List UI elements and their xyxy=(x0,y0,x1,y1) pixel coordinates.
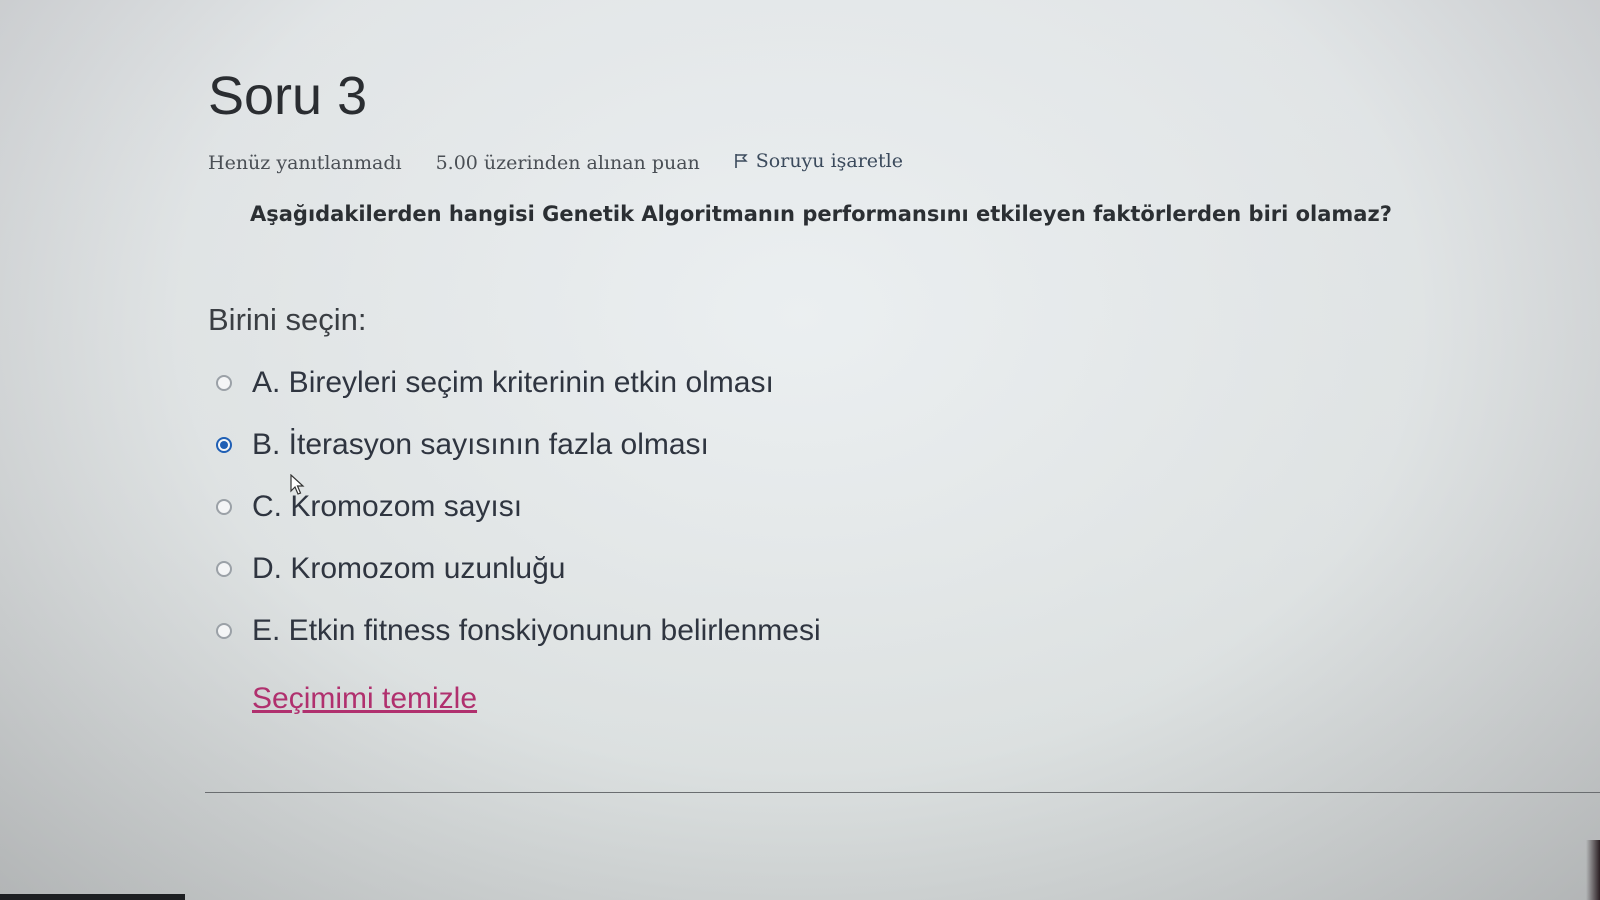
answer-label: D. Kromozom uzunluğu xyxy=(252,552,566,585)
answer-prompt: Birini seçin: xyxy=(208,302,367,337)
flag-question-link[interactable]: Soruyu işaretle xyxy=(734,150,903,172)
radio-button[interactable] xyxy=(216,623,232,639)
answer-label: B. İterasyon sayısının fazla olması xyxy=(252,428,709,461)
answer-option-c[interactable]: C. Kromozom sayısı xyxy=(208,476,1408,538)
question-title: Soru 3 xyxy=(208,66,368,126)
section-divider xyxy=(205,792,1600,793)
radio-button[interactable] xyxy=(216,375,232,391)
radio-button-selected[interactable] xyxy=(216,437,232,453)
answer-option-e[interactable]: E. Etkin fitness fonskiyonunun belirlenm… xyxy=(208,600,1408,662)
mouse-pointer-icon xyxy=(290,474,305,495)
bezel-shadow-right xyxy=(1586,840,1600,900)
radio-button[interactable] xyxy=(216,499,232,515)
answer-option-d[interactable]: D. Kromozom uzunluğu xyxy=(208,538,1408,600)
question-text: Aşağıdakilerden hangisi Genetik Algoritm… xyxy=(250,202,1392,226)
question-block: Soru 3 Henüz yanıtlanmadı 5.00 üzerinden… xyxy=(208,60,1408,716)
answer-list: A. Bireyleri seçim kriterinin etkin olma… xyxy=(208,352,1408,662)
answer-option-a[interactable]: A. Bireyleri seçim kriterinin etkin olma… xyxy=(208,352,1408,414)
answer-label: E. Etkin fitness fonskiyonunun belirlenm… xyxy=(252,614,821,647)
bezel-shadow xyxy=(0,894,185,900)
question-grade: 5.00 üzerinden alınan puan xyxy=(435,152,700,174)
clear-selection-link[interactable]: Seçimimi temizle xyxy=(252,682,477,716)
question-info: Henüz yanıtlanmadı 5.00 üzerinden alınan… xyxy=(208,150,1408,174)
radio-button[interactable] xyxy=(216,561,232,577)
flag-icon xyxy=(734,154,748,168)
answer-label: A. Bireyleri seçim kriterinin etkin olma… xyxy=(252,366,774,399)
question-status: Henüz yanıtlanmadı xyxy=(208,152,402,174)
answer-option-b[interactable]: B. İterasyon sayısının fazla olması xyxy=(208,414,1408,476)
flag-question-label: Soruyu işaretle xyxy=(755,150,904,172)
